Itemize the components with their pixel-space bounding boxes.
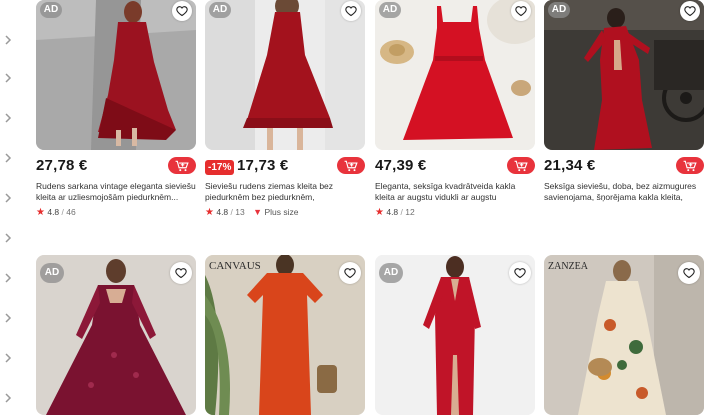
ad-badge: AD bbox=[40, 2, 62, 18]
ad-badge: AD bbox=[379, 263, 403, 283]
chevron-right-icon[interactable] bbox=[3, 313, 13, 323]
brand-watermark: CANVAUS bbox=[209, 260, 261, 272]
heart-icon bbox=[345, 6, 357, 17]
rating-row: ★ 4.8 / 13 ▼ Plus size bbox=[205, 207, 298, 219]
heart-icon bbox=[683, 268, 695, 279]
chevron-right-icon[interactable] bbox=[3, 193, 13, 203]
add-to-cart-button[interactable] bbox=[507, 157, 535, 174]
price-row: -17% 17,73 € bbox=[205, 157, 365, 177]
chevron-right-icon[interactable] bbox=[3, 35, 13, 45]
product-image[interactable] bbox=[544, 0, 704, 150]
chevron-right-icon[interactable] bbox=[3, 73, 13, 83]
cart-add-icon bbox=[683, 160, 697, 171]
product-title[interactable]: Seksīga sieviešu, doba, bez aizmugures s… bbox=[544, 181, 704, 203]
rating-value: 4.8 bbox=[386, 207, 399, 217]
cart-add-icon bbox=[344, 160, 358, 171]
ad-badge: AD bbox=[40, 263, 64, 283]
star-icon: ★ bbox=[205, 207, 214, 218]
wishlist-button[interactable] bbox=[678, 262, 700, 284]
heart-icon bbox=[176, 6, 188, 17]
price: 47,39 € bbox=[375, 157, 427, 174]
heart-icon bbox=[175, 268, 187, 279]
rating-separator: / bbox=[400, 207, 403, 217]
rating-value: 4.8 bbox=[47, 207, 60, 217]
left-rail bbox=[0, 0, 20, 415]
chevron-right-icon[interactable] bbox=[3, 393, 13, 403]
cart-add-icon bbox=[175, 160, 189, 171]
wishlist-button[interactable] bbox=[170, 262, 192, 284]
review-count: 13 bbox=[235, 207, 245, 217]
chevron-right-icon[interactable] bbox=[3, 353, 13, 363]
wishlist-button[interactable] bbox=[511, 1, 531, 21]
rating-value: 4.8 bbox=[216, 207, 229, 217]
price: 21,34 € bbox=[544, 157, 596, 174]
price: 17,73 € bbox=[237, 157, 289, 174]
heart-icon bbox=[514, 268, 526, 279]
product-image[interactable] bbox=[205, 0, 365, 150]
wishlist-button[interactable] bbox=[509, 262, 531, 284]
heart-icon bbox=[684, 6, 696, 17]
chevron-right-icon[interactable] bbox=[3, 153, 13, 163]
review-count: 12 bbox=[405, 207, 415, 217]
price-row: 27,78 € bbox=[36, 157, 196, 177]
add-to-cart-button[interactable] bbox=[676, 157, 704, 174]
brand-watermark: ZANZEA bbox=[548, 261, 589, 272]
plus-size-tag: ▼ Plus size bbox=[253, 207, 298, 217]
chevron-right-icon[interactable] bbox=[3, 273, 13, 283]
product-title[interactable]: Eleganta, seksīga kvadrātveida kakla kle… bbox=[375, 181, 535, 203]
heart-icon bbox=[344, 268, 356, 279]
product-image[interactable] bbox=[36, 0, 196, 150]
rating-separator: / bbox=[230, 207, 233, 217]
star-icon: ★ bbox=[36, 207, 45, 218]
product-title[interactable]: Rudens sarkana vintage eleganta sieviešu… bbox=[36, 181, 196, 203]
wishlist-button[interactable] bbox=[341, 1, 361, 21]
price-row: 47,39 € bbox=[375, 157, 535, 177]
ad-badge: AD bbox=[379, 2, 401, 18]
wishlist-button[interactable] bbox=[680, 1, 700, 21]
product-title[interactable]: Sieviešu rudens ziemas kleita bez piedur… bbox=[205, 181, 365, 203]
review-count: 46 bbox=[66, 207, 76, 217]
rating-row: ★ 4.8 / 46 bbox=[36, 207, 76, 219]
chevron-right-icon[interactable] bbox=[3, 113, 13, 123]
wishlist-button[interactable] bbox=[339, 262, 361, 284]
dress-icon: ▼ bbox=[253, 207, 263, 217]
price-row: 21,34 € bbox=[544, 157, 704, 177]
price: 27,78 € bbox=[36, 157, 88, 174]
ad-badge: AD bbox=[209, 2, 231, 18]
rating-row: ★ 4.8 / 12 bbox=[375, 207, 415, 219]
cart-add-icon bbox=[514, 160, 528, 171]
star-icon: ★ bbox=[375, 207, 384, 218]
product-image[interactable] bbox=[375, 0, 535, 150]
rating-separator: / bbox=[61, 207, 64, 217]
chevron-right-icon[interactable] bbox=[3, 233, 13, 243]
wishlist-button[interactable] bbox=[172, 1, 192, 21]
discount-badge: -17% bbox=[205, 160, 235, 175]
add-to-cart-button[interactable] bbox=[168, 157, 196, 174]
add-to-cart-button[interactable] bbox=[337, 157, 365, 174]
plus-size-label: Plus size bbox=[264, 207, 299, 217]
heart-icon bbox=[515, 6, 527, 17]
ad-badge: AD bbox=[548, 2, 570, 18]
